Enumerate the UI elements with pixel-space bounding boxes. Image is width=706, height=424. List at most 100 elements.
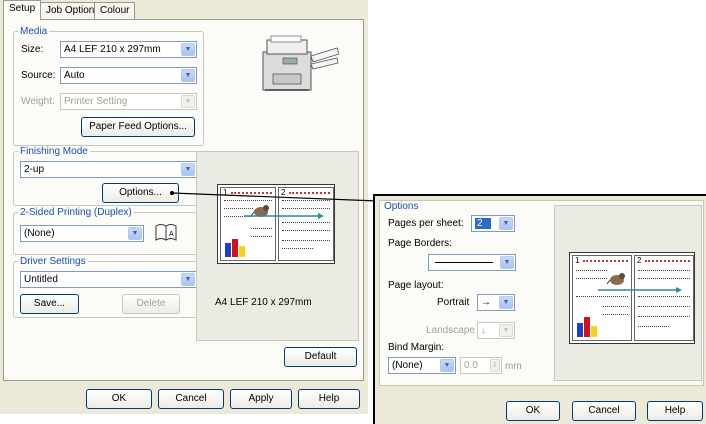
text-line xyxy=(638,306,690,309)
chevron-down-icon[interactable]: ▼ xyxy=(128,227,142,240)
page-order-arrow xyxy=(244,211,324,219)
size-label: Size: xyxy=(21,44,44,55)
callout-connector xyxy=(170,190,380,204)
ok-button[interactable]: OK xyxy=(86,389,152,409)
chart-icon xyxy=(577,315,599,337)
options-preview-sheet: 1 2 xyxy=(569,252,695,344)
weight-select: Printer Setting ▼ xyxy=(60,93,197,110)
options-panel: Options Pages per sheet: 2 ▼ Page Border… xyxy=(379,200,704,386)
text-line xyxy=(282,240,330,243)
chart-icon xyxy=(225,237,247,257)
paper-feed-options-button[interactable]: Paper Feed Options... xyxy=(81,117,195,137)
options-preview-page-1: 1 xyxy=(572,255,632,341)
layout-preview: 1 2 A4 LEF 210 x 297mm xyxy=(196,151,359,341)
default-button[interactable]: Default xyxy=(284,347,357,367)
solid-line-icon xyxy=(435,262,493,263)
svg-text:A: A xyxy=(169,231,174,238)
duplex-select[interactable]: (None) ▼ xyxy=(20,225,144,242)
page-number-2: 2 xyxy=(637,256,642,265)
bind-margin-select[interactable]: (None) ▼ xyxy=(388,357,456,374)
finishing-mode-select[interactable]: 2-up ▼ xyxy=(20,161,197,178)
duplex-value: (None) xyxy=(24,228,55,239)
chevron-down-icon[interactable]: ▼ xyxy=(500,256,514,269)
portrait-layout-select[interactable]: → ▼ xyxy=(477,294,515,311)
help-button[interactable]: Help xyxy=(298,389,360,409)
text-line xyxy=(638,278,690,281)
text-line xyxy=(576,270,607,273)
text-line xyxy=(576,296,628,299)
page-borders-label: Page Borders: xyxy=(388,238,452,249)
margin-amount-spinner: 0.0 ⇕ xyxy=(460,357,502,374)
driver-settings-value: Untitled xyxy=(24,274,58,285)
page-layout-label: Page layout: xyxy=(388,280,444,291)
options-cancel-button[interactable]: Cancel xyxy=(572,401,636,421)
down-arrow-icon: ↓ xyxy=(481,325,486,336)
text-line xyxy=(282,230,330,233)
finishing-mode-value: 2-up xyxy=(24,164,45,175)
preview-caption: A4 LEF 210 x 297mm xyxy=(215,297,312,308)
tab-setup[interactable]: Setup xyxy=(3,0,42,20)
text-line xyxy=(638,270,690,273)
size-value: A4 LEF 210 x 297mm xyxy=(64,44,161,55)
weight-label: Weight: xyxy=(21,96,55,107)
text-line xyxy=(251,228,272,231)
options-dialog: Options Pages per sheet: 2 ▼ Page Border… xyxy=(373,194,706,424)
text-line xyxy=(638,296,690,299)
driver-settings-legend: Driver Settings xyxy=(20,256,86,267)
text-line xyxy=(603,306,628,309)
options-legend: Options xyxy=(384,201,419,212)
source-value: Auto xyxy=(64,70,85,81)
bind-margin-value: (None) xyxy=(392,360,423,371)
portrait-label: Portrait xyxy=(437,297,470,308)
text-line xyxy=(638,326,669,329)
weight-value: Printer Setting xyxy=(64,96,128,107)
margin-unit-label: mm xyxy=(505,361,522,372)
media-legend: Media xyxy=(20,26,48,37)
text-line xyxy=(282,248,313,251)
text-line xyxy=(282,222,330,225)
pages-per-sheet-value: 2 xyxy=(475,218,491,229)
page-order-arrow xyxy=(598,285,682,293)
chevron-down-icon: ▼ xyxy=(181,95,195,108)
driver-settings-select[interactable]: Untitled ▼ xyxy=(20,271,197,288)
right-arrow-icon: → xyxy=(481,297,491,308)
chevron-down-icon[interactable]: ▼ xyxy=(499,296,513,309)
chevron-down-icon[interactable]: ▼ xyxy=(181,163,195,176)
delete-button: Delete xyxy=(122,294,180,314)
cancel-button[interactable]: Cancel xyxy=(158,389,224,409)
options-preview-page-2: 2 xyxy=(634,255,694,341)
finishing-mode-legend: Finishing Mode xyxy=(20,146,88,157)
printer-properties-dialog: Setup Job Options Colour Media Size: A4 … xyxy=(0,0,368,414)
spinner-icon: ⇕ xyxy=(490,359,500,372)
chevron-down-icon[interactable]: ▼ xyxy=(181,273,195,286)
duplex-legend: 2-Sided Printing (Duplex) xyxy=(20,207,132,218)
margin-amount-value: 0.0 xyxy=(464,360,478,371)
pages-per-sheet-select[interactable]: 2 ▼ xyxy=(471,215,515,232)
finishing-options-button[interactable]: Options... xyxy=(102,183,179,203)
page-borders-select[interactable]: ▼ xyxy=(428,254,516,271)
apply-button[interactable]: Apply xyxy=(230,389,292,409)
text-line xyxy=(576,278,607,281)
landscape-label: Landscape xyxy=(426,325,475,336)
pages-per-sheet-label: Pages per sheet: xyxy=(388,218,464,229)
text-line xyxy=(603,314,628,317)
printer-icon xyxy=(253,34,343,96)
landscape-layout-select: ↓ ▼ xyxy=(477,322,515,339)
bind-margin-label: Bind Margin: xyxy=(388,342,445,353)
chevron-down-icon[interactable]: ▼ xyxy=(181,43,195,56)
chevron-down-icon[interactable]: ▼ xyxy=(181,69,195,82)
options-help-button[interactable]: Help xyxy=(647,401,703,421)
source-select[interactable]: Auto ▼ xyxy=(60,67,197,84)
save-button[interactable]: Save... xyxy=(20,294,79,314)
source-label: Source: xyxy=(21,70,56,81)
book-binding-icon: A xyxy=(154,222,178,242)
tab-colour[interactable]: Colour xyxy=(94,2,136,19)
chevron-down-icon[interactable]: ▼ xyxy=(499,217,513,230)
header-line xyxy=(645,260,690,262)
text-line xyxy=(251,236,272,239)
size-select[interactable]: A4 LEF 210 x 297mm ▼ xyxy=(60,41,197,58)
page-number-1: 1 xyxy=(575,256,580,265)
chevron-down-icon[interactable]: ▼ xyxy=(440,359,454,372)
options-ok-button[interactable]: OK xyxy=(506,401,560,421)
options-preview: 1 2 xyxy=(554,205,702,381)
